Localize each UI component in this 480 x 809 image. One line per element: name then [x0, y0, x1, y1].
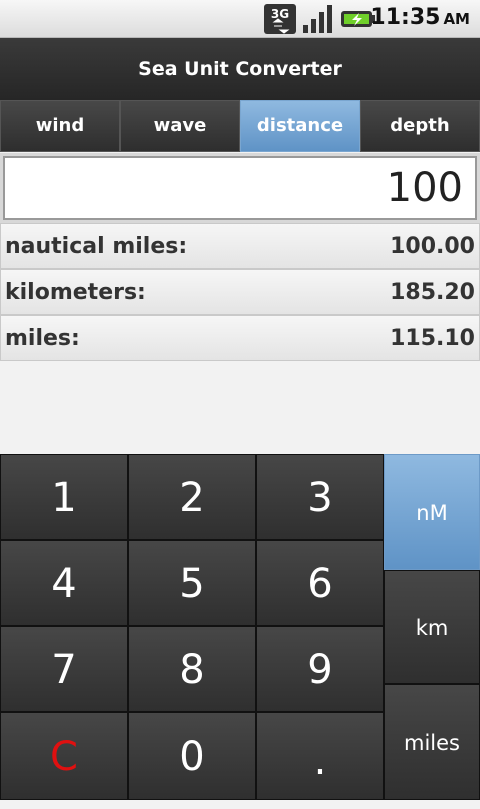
network-label: 3G — [271, 7, 289, 21]
key-decimal[interactable]: . — [256, 712, 384, 800]
result-value: 115.10 — [390, 325, 475, 351]
unit-category-tabs: wind wave distance depth — [0, 100, 480, 152]
unit-button-miles[interactable]: miles — [384, 684, 480, 800]
status-bar: 3G 11:35 AM — [0, 0, 480, 38]
key-9[interactable]: 9 — [256, 626, 384, 712]
network-3g-icon: 3G — [264, 4, 296, 34]
tab-distance[interactable]: distance — [240, 100, 360, 152]
signal-strength-icon — [303, 5, 332, 33]
result-row-nautical-miles: nautical miles: 100.00 — [0, 223, 480, 269]
clear-button[interactable]: C — [0, 712, 128, 800]
clock-time: 11:35 — [370, 5, 441, 30]
app-title: Sea Unit Converter — [0, 38, 480, 100]
key-1[interactable]: 1 — [0, 454, 128, 540]
key-2[interactable]: 2 — [128, 454, 256, 540]
unit-button-nm[interactable]: nM — [384, 454, 480, 570]
result-row-kilometers: kilometers: 185.20 — [0, 269, 480, 315]
result-label: kilometers: — [5, 279, 146, 305]
key-8[interactable]: 8 — [128, 626, 256, 712]
clock-ampm: AM — [443, 10, 470, 28]
tab-depth[interactable]: depth — [360, 100, 480, 152]
keypad: 1 2 3 4 5 6 7 8 9 C 0 . nM km miles — [0, 454, 480, 800]
clear-label: C — [50, 734, 78, 780]
result-value: 100.00 — [390, 233, 475, 259]
result-row-miles: miles: 115.10 — [0, 315, 480, 361]
key-0[interactable]: 0 — [128, 712, 256, 800]
result-label: nautical miles: — [5, 233, 188, 259]
tab-wave[interactable]: wave — [120, 100, 240, 152]
result-value: 185.20 — [390, 279, 475, 305]
key-4[interactable]: 4 — [0, 540, 128, 626]
key-6[interactable]: 6 — [256, 540, 384, 626]
status-clock: 11:35 AM — [370, 5, 470, 30]
tab-wind[interactable]: wind — [0, 100, 120, 152]
value-input-container: 100 — [0, 153, 480, 223]
conversion-results: nautical miles: 100.00 kilometers: 185.2… — [0, 223, 480, 361]
key-5[interactable]: 5 — [128, 540, 256, 626]
result-label: miles: — [5, 325, 80, 351]
key-7[interactable]: 7 — [0, 626, 128, 712]
value-input[interactable]: 100 — [3, 156, 477, 220]
unit-button-km[interactable]: km — [384, 570, 480, 684]
key-3[interactable]: 3 — [256, 454, 384, 540]
